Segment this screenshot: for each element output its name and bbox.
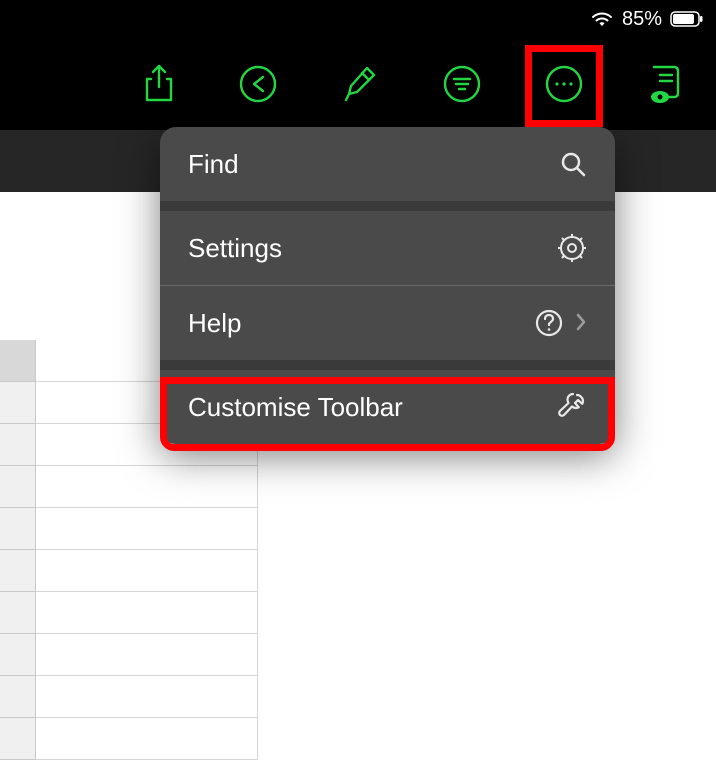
row-header[interactable] [0,424,36,466]
status-bar: 85% [0,0,716,38]
menu-item-label: Customise Toolbar [188,392,403,423]
search-icon [559,150,587,178]
wifi-icon [590,10,614,28]
share-button[interactable] [142,64,176,104]
menu-item-help[interactable]: Help [160,286,615,360]
cell[interactable] [36,508,258,550]
more-menu: Find Settings Help [160,127,615,444]
row-header[interactable] [0,340,36,382]
menu-separator [160,201,615,211]
menu-item-find[interactable]: Find [160,127,615,201]
undo-button[interactable] [238,64,278,104]
cell[interactable] [36,466,258,508]
menu-item-label: Help [188,308,241,339]
cell[interactable] [36,550,258,592]
row-header[interactable] [0,550,36,592]
help-icon [535,309,563,337]
cell[interactable] [36,634,258,676]
row-header[interactable] [0,676,36,718]
format-brush-button[interactable] [340,64,380,104]
menu-item-settings[interactable]: Settings [160,211,615,285]
row-header[interactable] [0,592,36,634]
row-header[interactable] [0,508,36,550]
filter-button[interactable] [442,64,482,104]
wrench-icon [557,392,587,422]
row-header[interactable] [0,634,36,676]
document-view-button[interactable] [646,63,686,105]
gear-icon [557,233,587,263]
battery-percentage: 85% [622,8,662,31]
toolbar [0,38,716,130]
menu-separator [160,360,615,370]
cell[interactable] [36,592,258,634]
row-header[interactable] [0,466,36,508]
row-header[interactable] [0,382,36,424]
menu-item-label: Find [188,149,239,180]
row-headers [0,340,36,760]
battery-icon [670,11,704,27]
more-button[interactable] [544,64,584,104]
menu-item-customise-toolbar[interactable]: Customise Toolbar [160,370,615,444]
chevron-right-icon [575,308,587,339]
cell[interactable] [36,676,258,718]
row-header[interactable] [0,718,36,760]
menu-item-label: Settings [188,233,282,264]
cell[interactable] [36,718,258,760]
